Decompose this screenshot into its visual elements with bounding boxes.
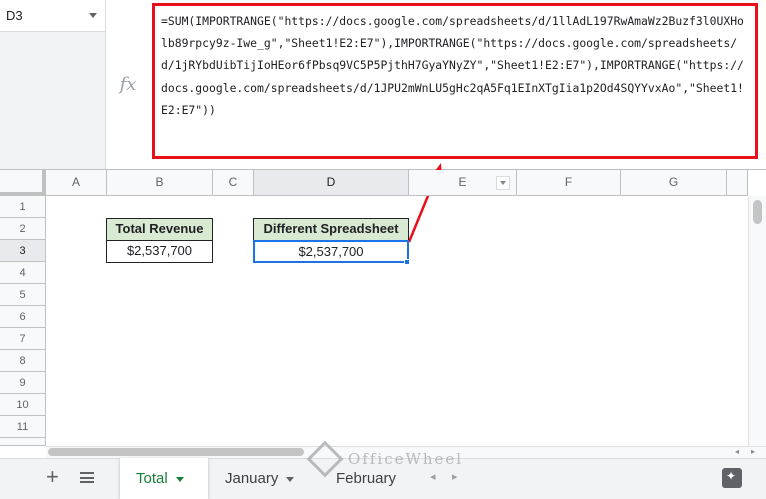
column-header-c[interactable]: C (213, 170, 254, 196)
watermark: OfficeWheel (306, 440, 464, 478)
name-box-spacer (0, 32, 106, 169)
row-header-1[interactable]: 1 (0, 196, 46, 218)
vertical-scrollbar[interactable] (748, 196, 766, 446)
horizontal-scroll-thumb[interactable] (48, 448, 304, 456)
column-header-b[interactable]: B (107, 170, 213, 196)
chevron-down-icon[interactable] (175, 476, 184, 482)
scroll-left-icon[interactable]: ◂ (735, 447, 739, 456)
row-header-10[interactable]: 10 (0, 394, 46, 416)
vertical-scroll-thumb[interactable] (753, 200, 762, 224)
column-header-h[interactable] (727, 170, 748, 196)
fill-handle[interactable] (404, 259, 410, 265)
officewheel-logo-icon (306, 440, 344, 478)
explore-icon[interactable] (722, 468, 742, 488)
sheet-tab-label: February (336, 470, 397, 487)
row-header-6[interactable]: 6 (0, 306, 46, 328)
name-box-value: D3 (6, 8, 23, 23)
scroll-right-icon[interactable]: ▸ (751, 447, 755, 456)
formula-input[interactable]: =SUM(IMPORTRANGE("https://docs.google.co… (152, 3, 758, 159)
sheet-tab-label: Total (136, 470, 168, 487)
row-header-9[interactable]: 9 (0, 372, 46, 394)
select-all-corner[interactable] (0, 170, 46, 196)
fx-icon: fx (119, 74, 137, 95)
row-header-8[interactable]: 8 (0, 350, 46, 372)
column-header-g[interactable]: G (621, 170, 727, 196)
row-header-11[interactable]: 11 (0, 416, 46, 438)
add-sheet-icon[interactable]: + (46, 464, 59, 490)
all-sheets-menu-icon[interactable] (80, 472, 94, 483)
watermark-text: OfficeWheel (348, 450, 464, 468)
row-header-5[interactable]: 5 (0, 284, 46, 306)
column-header-d[interactable]: D (254, 170, 409, 196)
sheet-tab-january[interactable]: January (225, 458, 295, 499)
filter-dropdown-icon[interactable] (496, 176, 510, 190)
sheet-tab-total[interactable]: Total (120, 458, 208, 499)
row-header-7[interactable]: 7 (0, 328, 46, 350)
cell-d2[interactable]: Different Spreadsheet (253, 218, 409, 241)
chevron-down-icon[interactable] (286, 476, 295, 482)
cell-b3[interactable]: $2,537,700 (106, 240, 213, 263)
cell-b2[interactable]: Total Revenue (106, 218, 213, 241)
row-header-3[interactable]: 3 (0, 240, 46, 262)
row-header-2[interactable]: 2 (0, 218, 46, 240)
column-header-a[interactable]: A (46, 170, 107, 196)
cell-d3[interactable]: $2,537,700 (253, 240, 409, 263)
row-header-4[interactable]: 4 (0, 262, 46, 284)
name-box[interactable]: D3 (0, 0, 106, 32)
chevron-down-icon[interactable] (89, 13, 97, 18)
column-header-f[interactable]: F (517, 170, 621, 196)
row-header-12[interactable] (0, 438, 46, 446)
sheet-tab-label: January (225, 470, 279, 487)
formula-text: =SUM(IMPORTRANGE("https://docs.google.co… (161, 14, 744, 117)
